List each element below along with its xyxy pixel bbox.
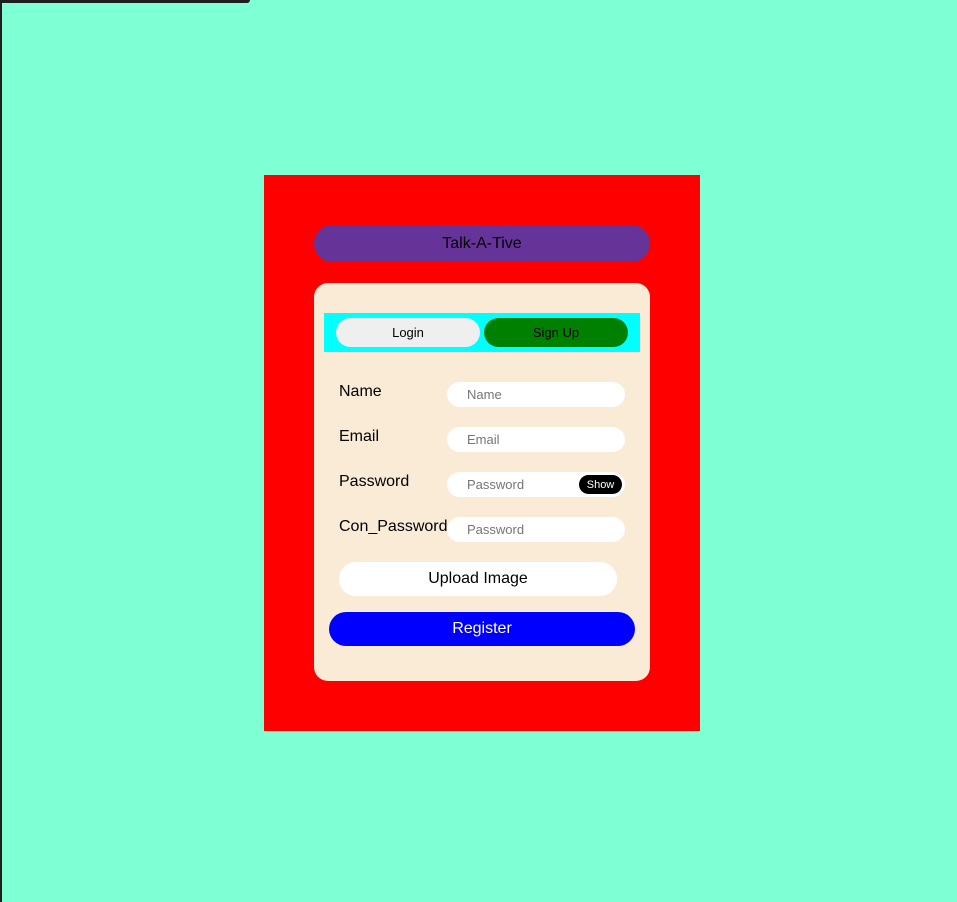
app-title: Talk-A-Tive	[314, 225, 650, 262]
register-button[interactable]: Register	[329, 612, 635, 646]
upload-image-button[interactable]: Upload Image	[339, 562, 617, 596]
auth-tabs: Login Sign Up	[324, 313, 640, 352]
email-label: Email	[339, 428, 380, 445]
auth-container: Talk-A-Tive Login Sign Up Name Email Pas…	[264, 175, 700, 731]
name-label: Name	[339, 383, 382, 400]
confirm-password-label: Con_Password	[339, 518, 448, 535]
show-password-button[interactable]: Show	[579, 475, 622, 494]
email-row: Email	[339, 427, 625, 453]
name-row: Name	[339, 382, 625, 408]
top-toolbar-edge	[0, 0, 250, 3]
confirm-password-row: Con_Password	[339, 517, 625, 543]
password-label: Password	[339, 473, 410, 490]
password-row: Password Show	[339, 472, 625, 498]
window-edge	[0, 0, 2, 902]
tab-login[interactable]: Login	[336, 318, 480, 347]
auth-card: Login Sign Up Name Email Password Show C…	[314, 283, 650, 681]
confirm-password-input[interactable]	[447, 517, 625, 542]
name-input[interactable]	[447, 382, 625, 407]
tab-signup[interactable]: Sign Up	[484, 318, 628, 347]
email-input[interactable]	[447, 427, 625, 452]
